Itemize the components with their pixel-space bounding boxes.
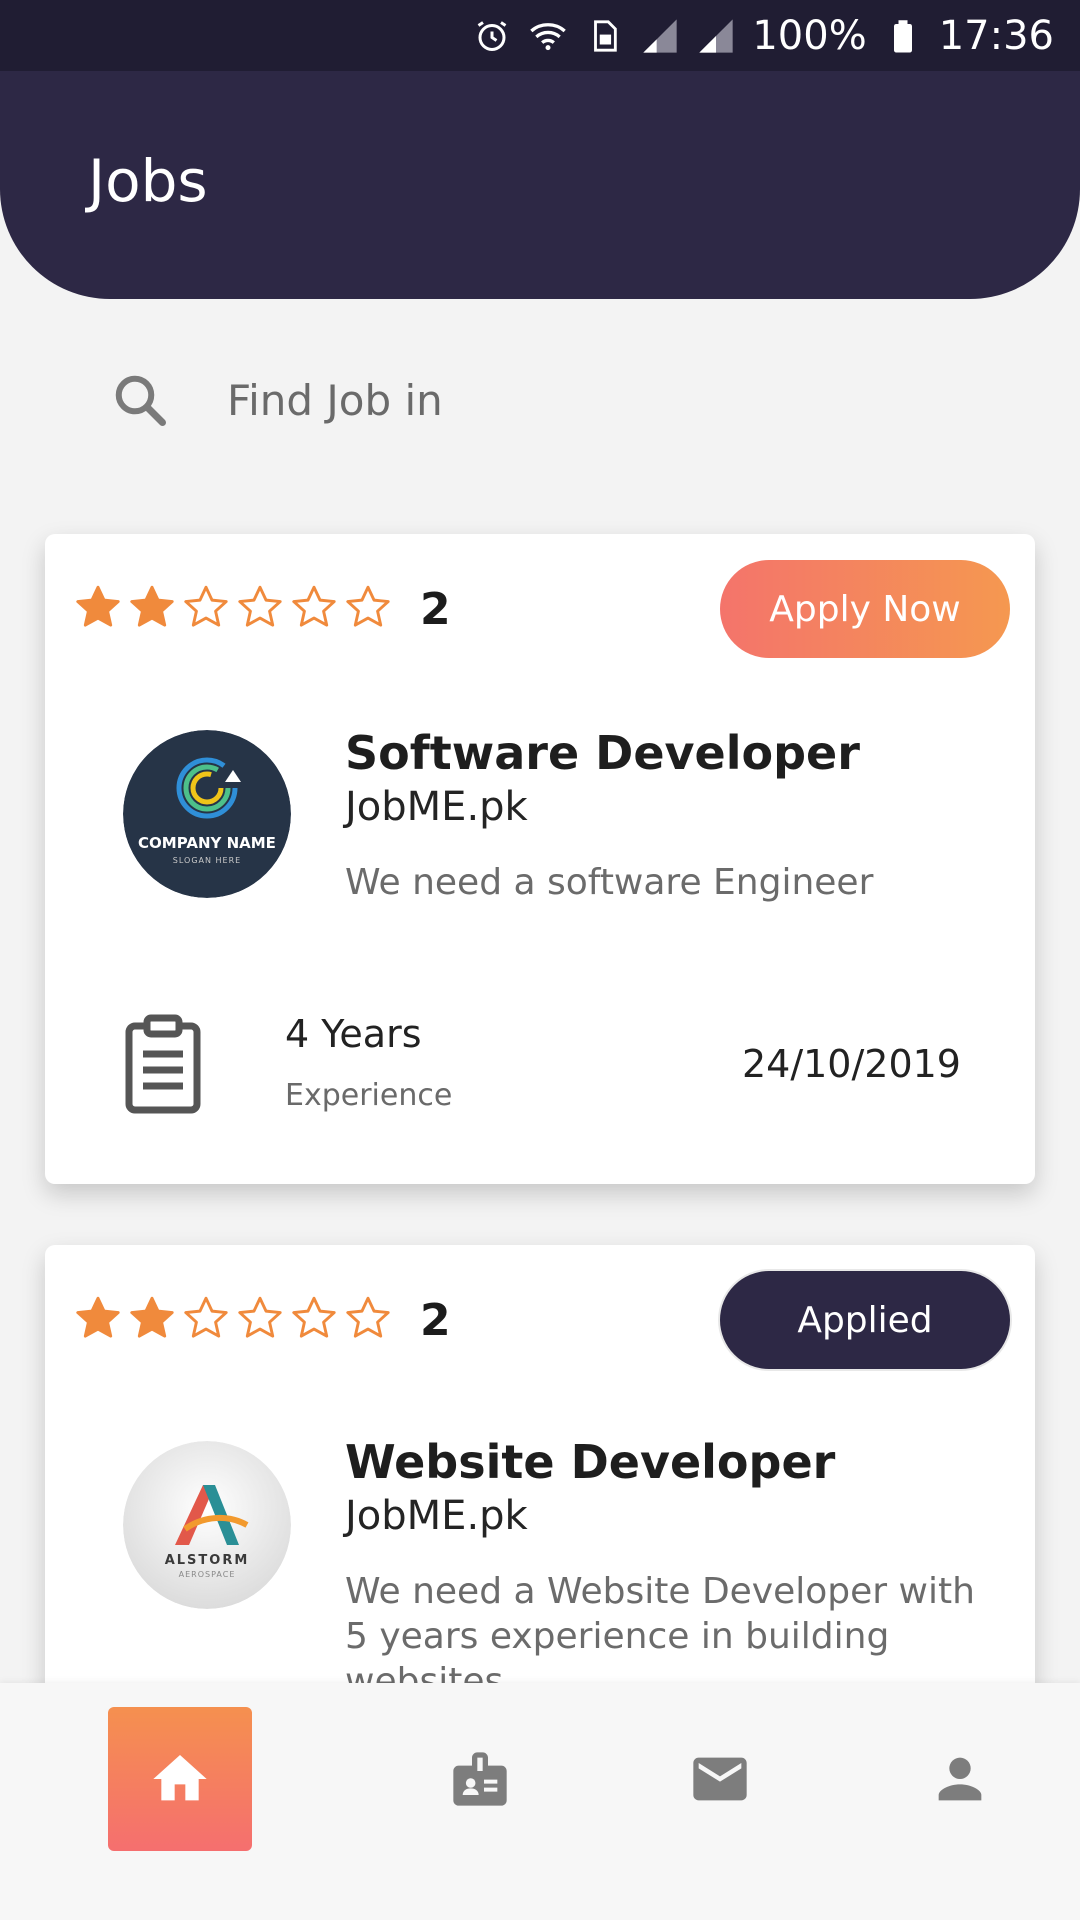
signal-icon [640, 16, 680, 56]
search-input[interactable] [225, 374, 929, 426]
wifi-icon [528, 16, 568, 56]
apply-now-button[interactable]: Apply Now [720, 560, 1010, 658]
nav-profile-card[interactable] [408, 1707, 552, 1851]
battery-icon [883, 16, 923, 56]
star-empty-icon [346, 1296, 390, 1338]
search-icon[interactable] [110, 370, 170, 430]
star-empty-icon [184, 585, 228, 627]
rating-stars [73, 1293, 393, 1343]
star-empty-icon [292, 585, 336, 627]
rating-count: 2 [420, 1295, 451, 1346]
star-empty-icon [238, 1296, 282, 1338]
nav-messages[interactable] [648, 1707, 792, 1851]
rating-stars [73, 582, 393, 632]
company-name: JobME.pk [345, 1493, 528, 1539]
logo-slogan: SLOGAN HERE [172, 856, 242, 865]
person-icon [938, 1757, 982, 1801]
experience-label: Experience [285, 1078, 453, 1113]
job-card[interactable]: 2 Apply Now COMPANY NAME SLOGAN HERE Sof… [45, 534, 1035, 1184]
company-logo: ALSTORM AEROSPACE [123, 1441, 291, 1609]
signal-icon [696, 16, 736, 56]
nav-account[interactable] [888, 1707, 1032, 1851]
sim-icon [584, 16, 624, 56]
star-empty-icon [184, 1296, 228, 1338]
app-header: Jobs [0, 71, 1080, 299]
job-title: Website Developer [345, 1435, 836, 1489]
star-filled-icon [76, 585, 120, 627]
status-bar: 100% 17:36 [0, 0, 1080, 71]
experience-years: 4 Years [285, 1012, 422, 1056]
alarm-icon [472, 16, 512, 56]
applied-button[interactable]: Applied [720, 1271, 1010, 1369]
logo-company-name: ALSTORM [164, 1553, 250, 1568]
home-icon [153, 1755, 207, 1801]
job-description: We need a software Engineer [345, 862, 874, 903]
company-name: JobME.pk [345, 784, 528, 830]
star-empty-icon [238, 585, 282, 627]
clock: 17:36 [938, 12, 1054, 59]
clipboard-icon [125, 1014, 201, 1114]
star-empty-icon [292, 1296, 336, 1338]
bottom-navigation [0, 1683, 1080, 1920]
battery-percent: 100% [752, 12, 867, 59]
id-card-icon [453, 1752, 507, 1806]
star-filled-icon [130, 585, 174, 627]
mail-icon [693, 1757, 747, 1801]
rating-count: 2 [420, 584, 451, 635]
search-bar[interactable] [110, 360, 990, 440]
job-title: Software Developer [345, 726, 860, 780]
posted-date: 24/10/2019 [741, 1042, 961, 1086]
star-filled-icon [76, 1296, 120, 1338]
company-logo: COMPANY NAME SLOGAN HERE [123, 730, 291, 898]
star-empty-icon [346, 585, 390, 627]
star-filled-icon [130, 1296, 174, 1338]
logo-company-name: COMPANY NAME [138, 834, 276, 852]
job-card[interactable]: 2 Applied ALSTORM AEROSPACE Website Deve… [45, 1245, 1035, 1745]
nav-home[interactable] [108, 1707, 252, 1851]
page-title: Jobs [88, 147, 208, 215]
logo-slogan: AEROSPACE [178, 1570, 236, 1579]
